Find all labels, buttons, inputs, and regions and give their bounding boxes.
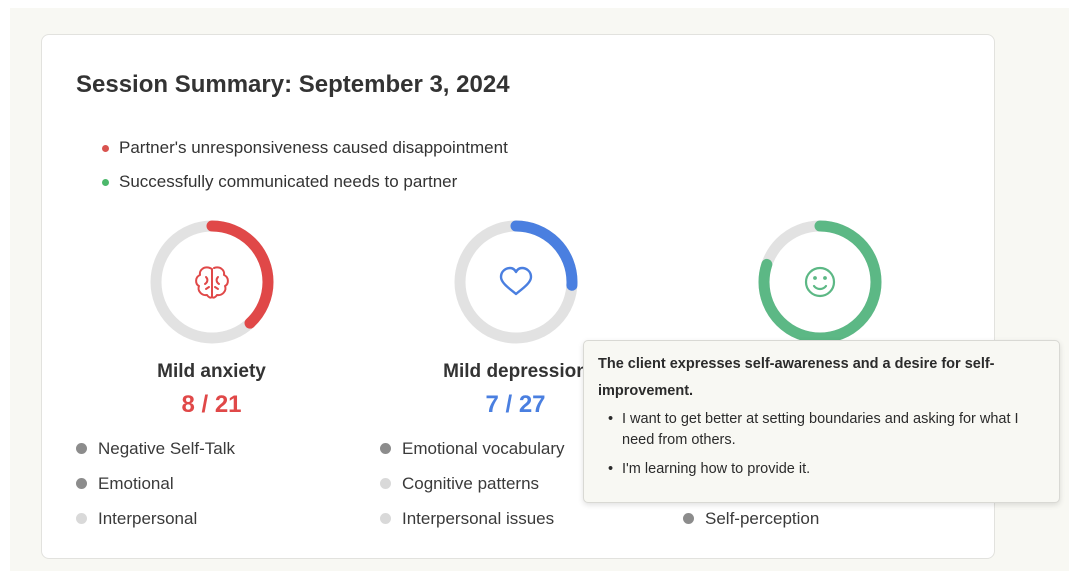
tag-label: Cognitive patterns <box>402 473 540 493</box>
tag-dot-icon <box>683 513 694 524</box>
page-title: Session Summary: September 3, 2024 <box>76 71 510 98</box>
brain-icon <box>195 266 229 299</box>
heart-icon <box>499 266 533 296</box>
tag-label: Interpersonal issues <box>402 508 555 528</box>
tooltip-quote-text: I'm learning how to provide it. <box>622 461 811 477</box>
tooltip-title: The client expresses self-awareness and … <box>598 356 995 399</box>
tag-dot-icon <box>380 478 391 489</box>
tag-dot-icon <box>76 513 87 524</box>
tag-item[interactable]: Interpersonal <box>76 501 235 536</box>
anxiety-label: Mild anxiety <box>157 361 266 382</box>
tag-dot-icon <box>76 443 87 454</box>
anxiety-score: 8 / 21 <box>181 391 242 418</box>
tag-item[interactable]: Negative Self-Talk <box>76 431 235 466</box>
tooltip-quote-text: I want to get better at setting boundari… <box>622 411 1019 448</box>
highlight-text: Successfully communicated needs to partn… <box>119 172 458 191</box>
tooltip-quote-item: • I want to get better at setting boundar… <box>608 411 1019 448</box>
tag-item[interactable]: Self-perception <box>683 501 819 536</box>
anxiety-tags: Negative Self-Talk Emotional Interperson… <box>76 431 235 536</box>
tag-dot-icon <box>380 513 391 524</box>
tag-label: Emotional <box>98 473 174 493</box>
tag-item[interactable]: Cognitive patterns <box>380 466 565 501</box>
tag-label: Emotional vocabulary <box>402 438 565 458</box>
smile-icon <box>804 266 836 298</box>
highlight-text: Partner's unresponsiveness caused disapp… <box>119 138 508 157</box>
insight-tooltip: The client expresses self-awareness and … <box>583 340 1060 503</box>
tag-label: Negative Self-Talk <box>98 438 236 458</box>
tag-item[interactable]: Emotional vocabulary <box>380 431 565 466</box>
highlight-item: Partner's unresponsiveness caused disapp… <box>102 131 508 165</box>
depression-tags: Emotional vocabulary Cognitive patterns … <box>380 431 565 536</box>
tooltip-quote-item: • I'm learning how to provide it. <box>608 461 811 477</box>
tag-item[interactable]: Interpersonal issues <box>380 501 565 536</box>
anxiety-progress-ring <box>150 220 274 344</box>
highlight-item: Successfully communicated needs to partn… <box>102 165 508 199</box>
highlights-list: Partner's unresponsiveness caused disapp… <box>102 131 508 199</box>
tag-label: Interpersonal <box>98 508 198 528</box>
wellbeing-progress-ring <box>758 220 882 344</box>
red-dot-icon <box>102 144 109 152</box>
tag-dot-icon <box>380 443 391 454</box>
tag-dot-icon <box>76 478 87 489</box>
tag-label: Self-perception <box>705 508 820 528</box>
depression-progress-ring <box>454 220 578 344</box>
tag-item[interactable]: Emotional <box>76 466 235 501</box>
green-dot-icon <box>102 178 109 186</box>
tooltip-quote-list: • I want to get better at setting boundar… <box>598 409 1045 480</box>
